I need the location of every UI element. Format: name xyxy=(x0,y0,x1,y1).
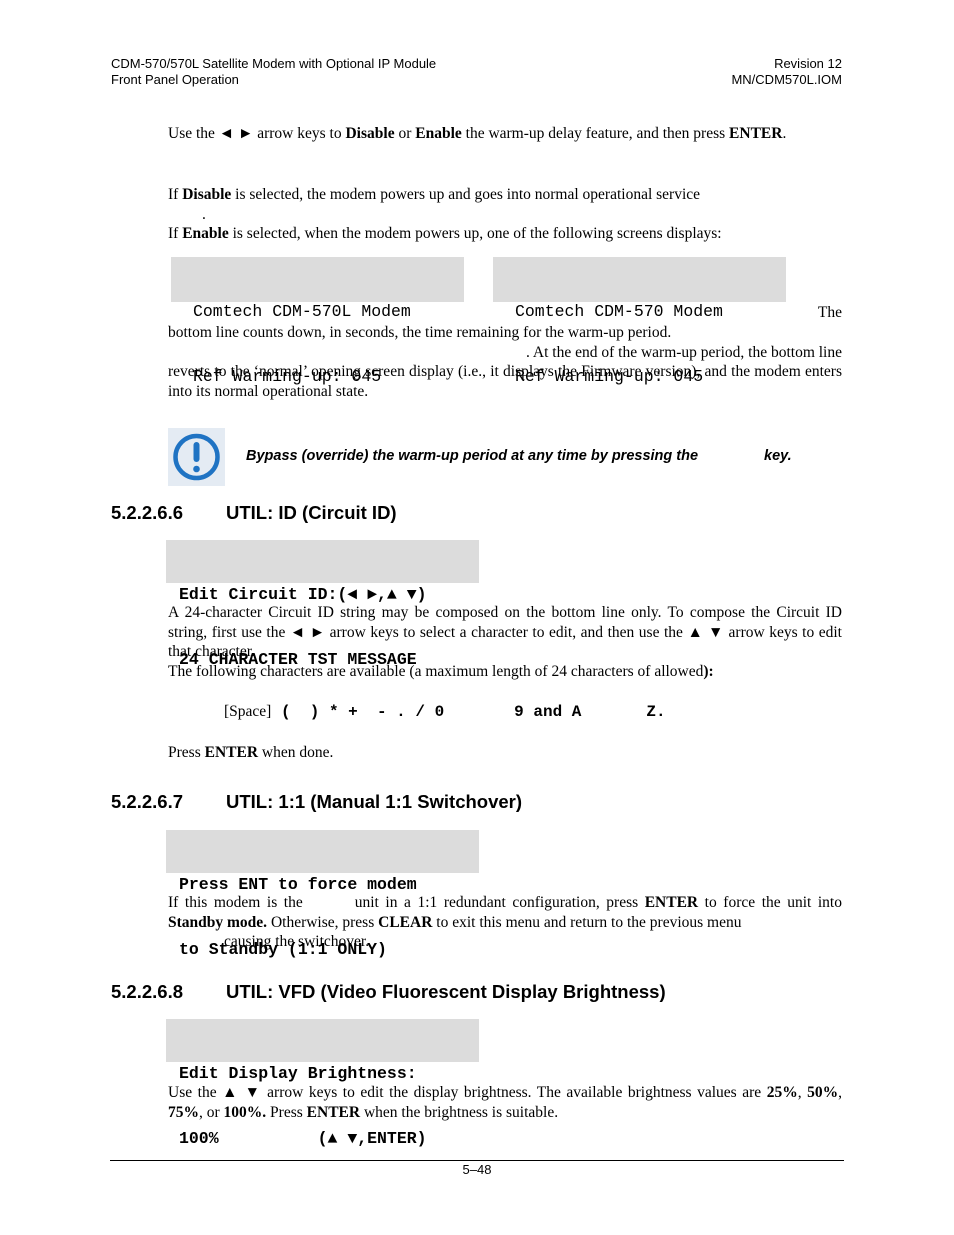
lcd-screen-circuit-id: Edit Circuit ID:(◄ ►,▲ ▼) 24 CHARACTER T… xyxy=(166,540,479,669)
lcd-line-2: 100% (▲ ▼,ENTER) xyxy=(179,1128,427,1148)
document-number: MN/CDM570L.IOM xyxy=(731,72,842,87)
page-header-right: Revision 12 MN/CDM570L.IOM xyxy=(731,56,842,88)
enable-description-paragraph: If Enable is selected, when the modem po… xyxy=(168,225,722,242)
available-characters-list: [Space] ( ) * + - . / 09 and A Z. xyxy=(224,703,666,721)
section-number: 5.2.2.6.8 xyxy=(111,981,184,1002)
page-number: 5–48 xyxy=(462,1162,492,1177)
lcd-screen-cdm570l: Comtech CDM-570L Modem Ref Warming-up: 0… xyxy=(171,257,464,386)
warmup-end-line: . At the end of the warm-up period, the … xyxy=(526,344,842,361)
note-text: Bypass (override) the warm-up period at … xyxy=(246,448,792,464)
footer-divider xyxy=(110,1160,844,1161)
warmup-instruction-paragraph: Use the ◄ ► arrow keys to Disable or Ena… xyxy=(168,125,787,142)
stray-period: . xyxy=(202,206,206,223)
lcd-screen-cdm570: Comtech CDM-570 Modem Ref Warming-up: 04… xyxy=(493,257,786,386)
section-number: 5.2.2.6.6 xyxy=(111,502,184,523)
switchover-description: If this modem is the unit in a 1:1 redund… xyxy=(168,894,842,931)
lcd-screen-brightness: Edit Display Brightness: 100% (▲ ▼,ENTER… xyxy=(166,1019,479,1148)
section-title: UTIL: VFD (Video Fluorescent Display Bri… xyxy=(226,981,666,1002)
page-header-left: CDM-570/570L Satellite Modem with Option… xyxy=(111,56,436,88)
countdown-line: bottom line counts down, in seconds, the… xyxy=(168,324,672,341)
note-callout: Bypass (override) the warm-up period at … xyxy=(168,428,842,486)
revert-description: reverts to the ‘normal’ opening screen d… xyxy=(168,363,842,400)
lcd-screen-switchover: Press ENT to force modem to Standby (1:1… xyxy=(166,830,479,959)
brightness-description: Use the ▲ ▼ arrow keys to edit the displ… xyxy=(168,1084,842,1121)
chapter-title: Front Panel Operation xyxy=(111,72,239,87)
exclamation-circle-icon xyxy=(168,428,225,486)
switchover-description-end: causing the switchover. xyxy=(224,933,370,950)
section-title: UTIL: 1:1 (Manual 1:1 Switchover) xyxy=(226,791,523,812)
enter-key-term: ENTER xyxy=(729,125,783,142)
enable-term: Enable xyxy=(415,125,462,142)
disable-term: Disable xyxy=(345,125,395,142)
document-title: CDM-570/570L Satellite Modem with Option… xyxy=(111,56,437,71)
section-heading-switchover: 5.2.2.6.7 UTIL: 1:1 (Manual 1:1 Switchove… xyxy=(111,791,522,813)
lcd-line-1: Edit Display Brightness: xyxy=(179,1064,417,1083)
section-heading-vfd: 5.2.2.6.8 UTIL: VFD (Video Fluorescent Di… xyxy=(111,981,666,1003)
left-right-arrows-icon: ◄ ► xyxy=(218,125,254,142)
circuit-id-description: A 24-character Circuit ID string may be … xyxy=(168,604,842,660)
press-enter-instruction: Press ENTER when done. xyxy=(168,744,334,761)
section-heading-circuit-id: 5.2.2.6.6 UTIL: ID (Circuit ID) xyxy=(111,502,397,524)
section-number: 5.2.2.6.7 xyxy=(111,791,184,812)
revision-label: Revision 12 xyxy=(774,56,842,71)
available-characters-intro: The following characters are available (… xyxy=(168,663,714,680)
the-fragment: The xyxy=(817,304,842,321)
disable-description-paragraph: If Disable is selected, the modem powers… xyxy=(168,186,701,203)
section-title: UTIL: ID (Circuit ID) xyxy=(226,502,397,523)
